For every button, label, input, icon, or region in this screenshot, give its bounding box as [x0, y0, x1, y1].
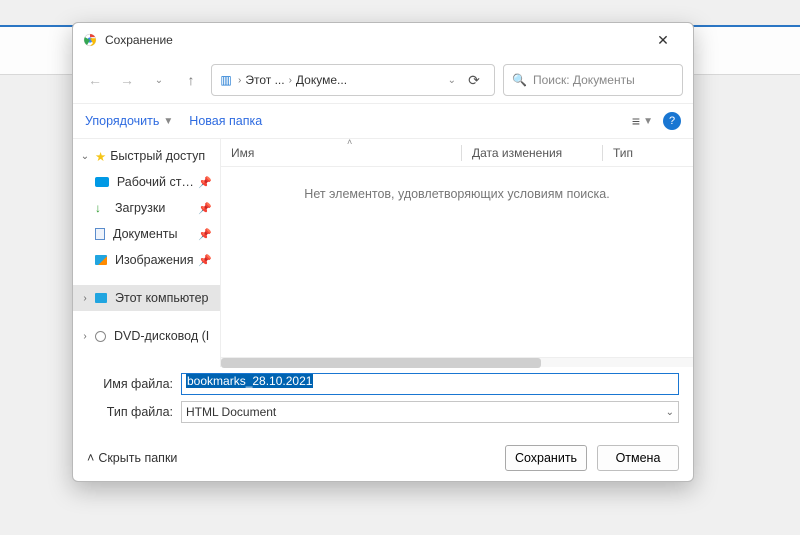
footer: ˄Скрыть папки Сохранить Отмена	[73, 439, 693, 481]
horizontal-scrollbar[interactable]	[221, 357, 693, 367]
folder-icon: ▥	[218, 72, 234, 88]
filetype-label: Тип файла:	[87, 405, 173, 419]
save-button[interactable]: Сохранить	[505, 445, 587, 471]
save-dialog: Сохранение ✕ ← → ⌄ ↑ ▥ › Этот ... › Доку…	[72, 22, 694, 482]
download-icon: ↓	[95, 202, 107, 214]
filetype-select[interactable]: HTML Document⌄	[181, 401, 679, 423]
scrollbar-thumb[interactable]	[221, 358, 541, 368]
nav-forward-button[interactable]: →	[115, 65, 139, 95]
chevron-right-icon: ›	[79, 331, 91, 342]
nav-recent-dropdown[interactable]: ⌄	[147, 65, 171, 95]
refresh-button[interactable]: ⟳	[460, 72, 488, 89]
chevron-right-icon: ›	[289, 75, 292, 86]
breadcrumb-dropdown[interactable]: ⌄	[448, 75, 456, 86]
dvd-icon	[95, 331, 106, 342]
sidebar: ⌄★Быстрый доступ Рабочий стол📌 ↓Загрузки…	[73, 139, 221, 367]
sidebar-quick-access[interactable]: ⌄★Быстрый доступ	[73, 143, 220, 169]
view-options-button[interactable]: ≡ ▼	[632, 113, 653, 129]
image-icon	[95, 255, 107, 265]
file-fields: Имя файла: bookmarks_28.10.2021 Тип файл…	[73, 367, 693, 439]
chevron-down-icon: ⌄	[666, 407, 674, 418]
filename-label: Имя файла:	[87, 377, 173, 391]
chevron-right-icon: ›	[79, 293, 91, 304]
search-input[interactable]	[533, 73, 674, 87]
pin-icon: 📌	[198, 254, 212, 267]
pin-icon: 📌	[198, 202, 212, 215]
chevron-up-icon: ˄	[87, 451, 94, 465]
file-pane: ˄ Имя Дата изменения Тип Нет элементов, …	[221, 139, 693, 367]
file-list-header: ˄ Имя Дата изменения Тип	[221, 139, 693, 167]
sidebar-images[interactable]: Изображения📌	[73, 247, 220, 273]
desktop-icon	[95, 177, 109, 187]
breadcrumb-leaf[interactable]: Докуме...	[296, 73, 347, 87]
filename-input[interactable]: bookmarks_28.10.2021	[181, 373, 679, 395]
sidebar-downloads[interactable]: ↓Загрузки📌	[73, 195, 220, 221]
titlebar: Сохранение ✕	[73, 23, 693, 57]
chevron-down-icon: ▼	[163, 116, 173, 127]
hide-folders-toggle[interactable]: ˄Скрыть папки	[87, 451, 177, 465]
sort-indicator-icon: ˄	[347, 137, 352, 147]
toolbar: Упорядочить▼ Новая папка ≡ ▼ ?	[73, 103, 693, 139]
nav-row: ← → ⌄ ↑ ▥ › Этот ... › Докуме... ⌄ ⟳ 🔍	[73, 57, 693, 103]
star-icon: ★	[95, 149, 106, 164]
search-icon: 🔍	[512, 73, 527, 87]
search-box[interactable]: 🔍	[503, 64, 683, 96]
chevron-right-icon: ›	[238, 75, 241, 86]
column-date[interactable]: Дата изменения	[462, 146, 602, 160]
document-icon	[95, 228, 105, 240]
cancel-button[interactable]: Отмена	[597, 445, 679, 471]
sidebar-documents[interactable]: Документы📌	[73, 221, 220, 247]
dialog-title: Сохранение	[105, 33, 643, 47]
nav-back-button[interactable]: ←	[83, 65, 107, 95]
pin-icon: 📌	[198, 176, 212, 189]
sidebar-thispc[interactable]: ›Этот компьютер	[73, 285, 220, 311]
nav-up-button[interactable]: ↑	[179, 65, 203, 95]
chevron-down-icon: ⌄	[79, 151, 91, 162]
organize-menu[interactable]: Упорядочить▼	[85, 114, 173, 128]
pc-icon	[95, 293, 107, 303]
breadcrumb[interactable]: ▥ › Этот ... › Докуме... ⌄ ⟳	[211, 64, 495, 96]
file-list-empty: Нет элементов, удовлетворяющих условиям …	[221, 167, 693, 357]
column-type[interactable]: Тип	[603, 146, 693, 160]
breadcrumb-root[interactable]: Этот ...	[245, 73, 284, 87]
column-name[interactable]: Имя	[221, 146, 461, 160]
sidebar-desktop[interactable]: Рабочий стол📌	[73, 169, 220, 195]
chrome-icon	[83, 33, 97, 47]
newfolder-button[interactable]: Новая папка	[189, 114, 262, 128]
sidebar-dvd[interactable]: ›DVD-дисковод (I	[73, 323, 220, 349]
close-button[interactable]: ✕	[643, 32, 683, 49]
pin-icon: 📌	[198, 228, 212, 241]
help-button[interactable]: ?	[663, 112, 681, 130]
dialog-body: ⌄★Быстрый доступ Рабочий стол📌 ↓Загрузки…	[73, 139, 693, 367]
